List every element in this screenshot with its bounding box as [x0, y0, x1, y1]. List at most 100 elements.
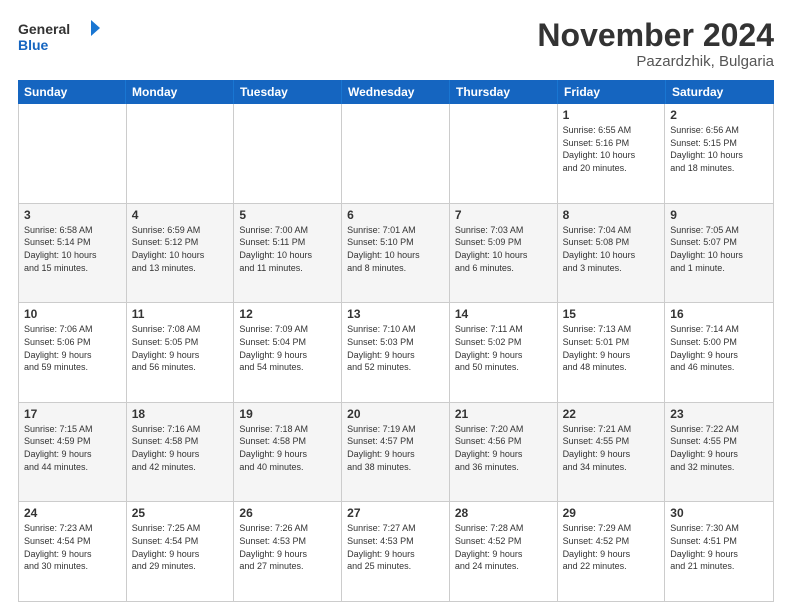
day-info: Sunrise: 7:11 AM Sunset: 5:02 PM Dayligh… — [455, 323, 552, 373]
day-number: 23 — [670, 407, 768, 421]
day-number: 2 — [670, 108, 768, 122]
week-row-4: 17 Sunrise: 7:15 AM Sunset: 4:59 PM Dayli… — [19, 403, 773, 503]
day-number: 7 — [455, 208, 552, 222]
logo: General Blue — [18, 18, 108, 56]
day-number: 20 — [347, 407, 444, 421]
day-number: 17 — [24, 407, 121, 421]
day-number: 14 — [455, 307, 552, 321]
day-info: Sunrise: 7:10 AM Sunset: 5:03 PM Dayligh… — [347, 323, 444, 373]
day-info: Sunrise: 7:19 AM Sunset: 4:57 PM Dayligh… — [347, 423, 444, 473]
calendar-cell — [19, 104, 127, 203]
day-number: 19 — [239, 407, 336, 421]
calendar-cell: 19 Sunrise: 7:18 AM Sunset: 4:58 PM Dayli… — [234, 403, 342, 502]
day-info: Sunrise: 7:18 AM Sunset: 4:58 PM Dayligh… — [239, 423, 336, 473]
day-header-sunday: Sunday — [18, 80, 126, 104]
calendar-cell: 8 Sunrise: 7:04 AM Sunset: 5:08 PM Daylig… — [558, 204, 666, 303]
calendar-cell: 6Sunrise: 7:01 AM Sunset: 5:10 PM Daylig… — [342, 204, 450, 303]
day-number: 6 — [347, 208, 444, 222]
calendar-cell: 12Sunrise: 7:09 AM Sunset: 5:04 PM Dayli… — [234, 303, 342, 402]
calendar-cell: 9 Sunrise: 7:05 AM Sunset: 5:07 PM Daylig… — [665, 204, 773, 303]
day-info: Sunrise: 7:05 AM Sunset: 5:07 PM Dayligh… — [670, 224, 768, 274]
day-number: 24 — [24, 506, 121, 520]
day-number: 4 — [132, 208, 229, 222]
day-number: 10 — [24, 307, 121, 321]
day-info: Sunrise: 7:13 AM Sunset: 5:01 PM Dayligh… — [563, 323, 660, 373]
day-header-wednesday: Wednesday — [342, 80, 450, 104]
svg-text:General: General — [18, 21, 70, 37]
day-info: Sunrise: 7:20 AM Sunset: 4:56 PM Dayligh… — [455, 423, 552, 473]
calendar-cell: 7 Sunrise: 7:03 AM Sunset: 5:09 PM Daylig… — [450, 204, 558, 303]
day-info: Sunrise: 6:59 AM Sunset: 5:12 PM Dayligh… — [132, 224, 229, 274]
day-info: Sunrise: 7:27 AM Sunset: 4:53 PM Dayligh… — [347, 522, 444, 572]
day-number: 27 — [347, 506, 444, 520]
day-number: 21 — [455, 407, 552, 421]
day-header-tuesday: Tuesday — [234, 80, 342, 104]
calendar-cell: 20 Sunrise: 7:19 AM Sunset: 4:57 PM Dayli… — [342, 403, 450, 502]
calendar-cell: 28 Sunrise: 7:28 AM Sunset: 4:52 PM Dayli… — [450, 502, 558, 601]
calendar-cell: 10 Sunrise: 7:06 AM Sunset: 5:06 PM Dayli… — [19, 303, 127, 402]
month-title: November 2024 — [537, 18, 774, 53]
day-number: 1 — [563, 108, 660, 122]
calendar-cell: 16 Sunrise: 7:14 AM Sunset: 5:00 PM Dayli… — [665, 303, 773, 402]
day-info: Sunrise: 7:26 AM Sunset: 4:53 PM Dayligh… — [239, 522, 336, 572]
day-number: 8 — [563, 208, 660, 222]
day-info: Sunrise: 7:03 AM Sunset: 5:09 PM Dayligh… — [455, 224, 552, 274]
calendar-cell: 2 Sunrise: 6:56 AM Sunset: 5:15 PM Daylig… — [665, 104, 773, 203]
calendar-cell: 23 Sunrise: 7:22 AM Sunset: 4:55 PM Dayli… — [665, 403, 773, 502]
calendar-cell: 22Sunrise: 7:21 AM Sunset: 4:55 PM Dayli… — [558, 403, 666, 502]
calendar-cell — [234, 104, 342, 203]
day-header-saturday: Saturday — [666, 80, 774, 104]
day-info: Sunrise: 7:28 AM Sunset: 4:52 PM Dayligh… — [455, 522, 552, 572]
day-info: Sunrise: 7:04 AM Sunset: 5:08 PM Dayligh… — [563, 224, 660, 274]
calendar-cell: 25Sunrise: 7:25 AM Sunset: 4:54 PM Dayli… — [127, 502, 235, 601]
calendar-cell: 24 Sunrise: 7:23 AM Sunset: 4:54 PM Dayli… — [19, 502, 127, 601]
calendar-cell — [450, 104, 558, 203]
day-info: Sunrise: 7:21 AM Sunset: 4:55 PM Dayligh… — [563, 423, 660, 473]
day-info: Sunrise: 7:08 AM Sunset: 5:05 PM Dayligh… — [132, 323, 229, 373]
calendar-cell: 27 Sunrise: 7:27 AM Sunset: 4:53 PM Dayli… — [342, 502, 450, 601]
title-block: November 2024 Pazardzhik, Bulgaria — [537, 18, 774, 70]
calendar-cell: 1Sunrise: 6:55 AM Sunset: 5:16 PM Daylig… — [558, 104, 666, 203]
calendar-body: 1Sunrise: 6:55 AM Sunset: 5:16 PM Daylig… — [18, 104, 774, 602]
day-number: 16 — [670, 307, 768, 321]
day-number: 11 — [132, 307, 229, 321]
day-info: Sunrise: 7:00 AM Sunset: 5:11 PM Dayligh… — [239, 224, 336, 274]
week-row-3: 10 Sunrise: 7:06 AM Sunset: 5:06 PM Dayli… — [19, 303, 773, 403]
day-number: 28 — [455, 506, 552, 520]
week-row-5: 24 Sunrise: 7:23 AM Sunset: 4:54 PM Dayli… — [19, 502, 773, 601]
calendar-cell: 14 Sunrise: 7:11 AM Sunset: 5:02 PM Dayli… — [450, 303, 558, 402]
calendar-header: SundayMondayTuesdayWednesdayThursdayFrid… — [18, 80, 774, 104]
day-number: 9 — [670, 208, 768, 222]
day-number: 26 — [239, 506, 336, 520]
day-info: Sunrise: 7:23 AM Sunset: 4:54 PM Dayligh… — [24, 522, 121, 572]
day-info: Sunrise: 7:06 AM Sunset: 5:06 PM Dayligh… — [24, 323, 121, 373]
day-number: 15 — [563, 307, 660, 321]
calendar-cell: 5Sunrise: 7:00 AM Sunset: 5:11 PM Daylig… — [234, 204, 342, 303]
calendar-cell: 3 Sunrise: 6:58 AM Sunset: 5:14 PM Daylig… — [19, 204, 127, 303]
calendar-cell: 13 Sunrise: 7:10 AM Sunset: 5:03 PM Dayli… — [342, 303, 450, 402]
day-info: Sunrise: 7:30 AM Sunset: 4:51 PM Dayligh… — [670, 522, 768, 572]
page: General Blue November 2024 Pazardzhik, B… — [0, 0, 792, 612]
day-info: Sunrise: 7:15 AM Sunset: 4:59 PM Dayligh… — [24, 423, 121, 473]
calendar-cell: 18Sunrise: 7:16 AM Sunset: 4:58 PM Dayli… — [127, 403, 235, 502]
calendar-cell: 26 Sunrise: 7:26 AM Sunset: 4:53 PM Dayli… — [234, 502, 342, 601]
calendar-cell — [127, 104, 235, 203]
day-info: Sunrise: 6:58 AM Sunset: 5:14 PM Dayligh… — [24, 224, 121, 274]
calendar-cell: 30Sunrise: 7:30 AM Sunset: 4:51 PM Dayli… — [665, 502, 773, 601]
location: Pazardzhik, Bulgaria — [537, 53, 774, 70]
day-info: Sunrise: 7:22 AM Sunset: 4:55 PM Dayligh… — [670, 423, 768, 473]
week-row-2: 3 Sunrise: 6:58 AM Sunset: 5:14 PM Daylig… — [19, 204, 773, 304]
day-info: Sunrise: 7:25 AM Sunset: 4:54 PM Dayligh… — [132, 522, 229, 572]
logo-svg: General Blue — [18, 18, 108, 56]
header: General Blue November 2024 Pazardzhik, B… — [18, 18, 774, 70]
day-number: 12 — [239, 307, 336, 321]
day-number: 13 — [347, 307, 444, 321]
calendar-cell: 29Sunrise: 7:29 AM Sunset: 4:52 PM Dayli… — [558, 502, 666, 601]
day-number: 3 — [24, 208, 121, 222]
calendar-cell: 11 Sunrise: 7:08 AM Sunset: 5:05 PM Dayli… — [127, 303, 235, 402]
day-header-thursday: Thursday — [450, 80, 558, 104]
week-row-1: 1Sunrise: 6:55 AM Sunset: 5:16 PM Daylig… — [19, 104, 773, 204]
day-info: Sunrise: 7:14 AM Sunset: 5:00 PM Dayligh… — [670, 323, 768, 373]
day-info: Sunrise: 6:56 AM Sunset: 5:15 PM Dayligh… — [670, 124, 768, 174]
day-number: 29 — [563, 506, 660, 520]
